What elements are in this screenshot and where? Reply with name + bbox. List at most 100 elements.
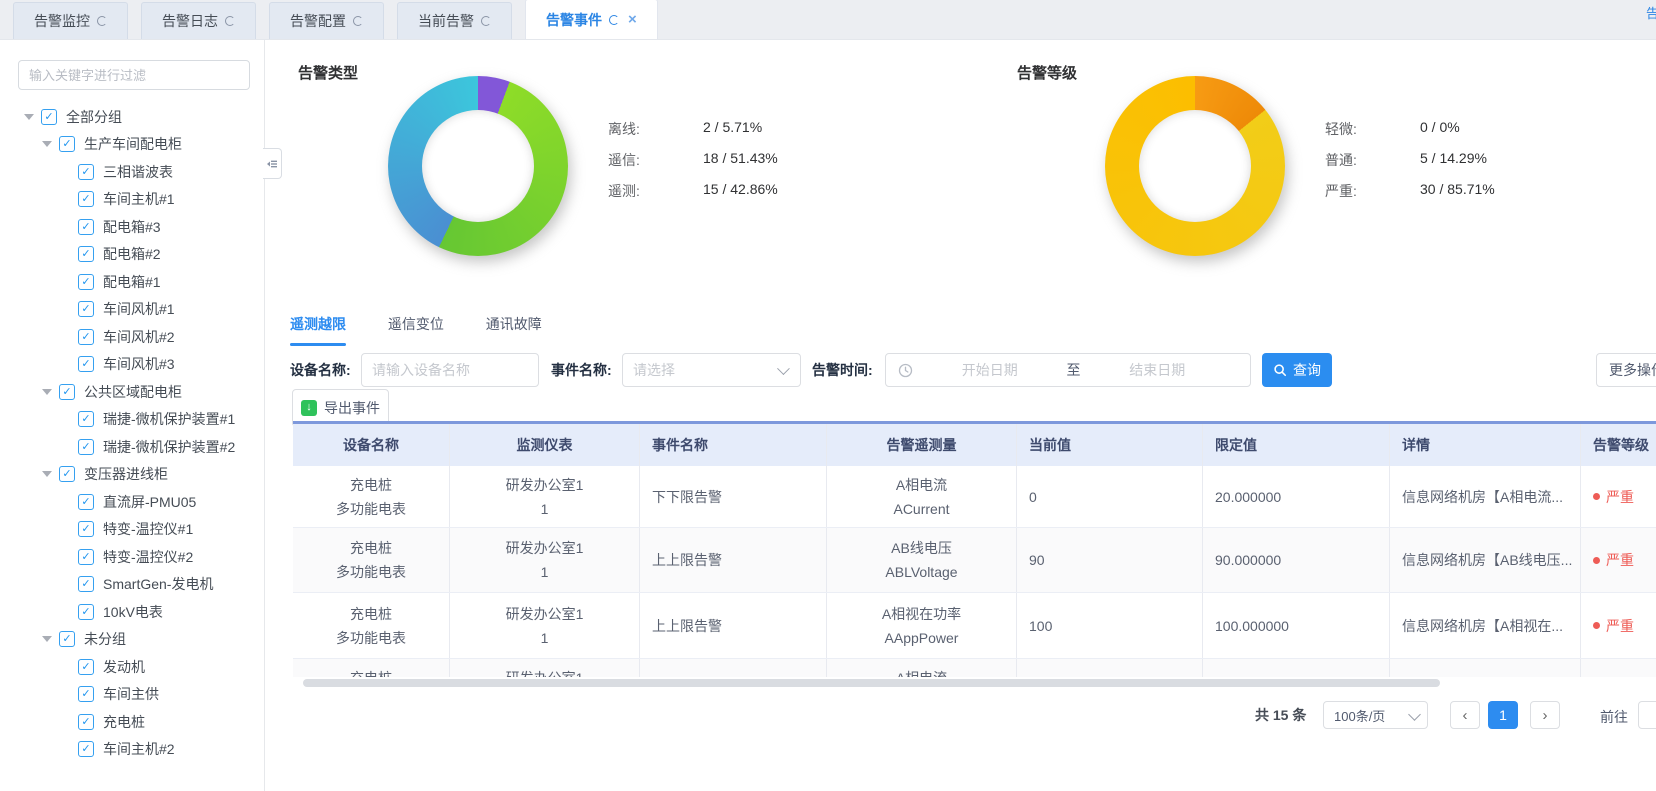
checkbox-checked[interactable]: ✓ (59, 466, 75, 482)
tab-alarm-monitor[interactable]: 告警监控 (13, 2, 128, 39)
page-size-select[interactable]: 100条/页 (1323, 701, 1428, 729)
tree-item-device[interactable]: ✓车间风机#1 (0, 296, 265, 324)
next-page-button[interactable]: › (1530, 701, 1560, 729)
checkbox-checked[interactable]: ✓ (78, 411, 94, 427)
tree-item-group[interactable]: ✓全部分组 (0, 103, 265, 131)
export-download-icon: ↓ (301, 400, 317, 416)
tab-alarm-log[interactable]: 告警日志 (141, 2, 256, 39)
tree-item-device[interactable]: ✓车间风机#2 (0, 323, 265, 351)
caret-down-icon[interactable] (42, 636, 59, 642)
horizontal-scrollbar[interactable] (303, 679, 1440, 687)
refresh-icon[interactable] (353, 16, 363, 26)
tree-item-device[interactable]: ✓直流屏-PMU05 (0, 488, 265, 516)
tree-item-device[interactable]: ✓充电桩 (0, 708, 265, 736)
tree-item-device[interactable]: ✓瑞捷-微机保护装置#1 (0, 406, 265, 434)
checkbox-checked[interactable]: ✓ (78, 549, 94, 565)
caret-down-icon[interactable] (42, 141, 59, 147)
more-actions-button[interactable]: 更多操作 (1596, 353, 1656, 387)
table-row[interactable]: 充电桩多功能电表 研发办公室11 上上限告警 AB线电压ABLVoltage 9… (293, 528, 1656, 593)
sidebar-collapse-handle[interactable] (263, 148, 282, 179)
pagination-total: 共 15 条 (1255, 701, 1306, 729)
tree-item-group[interactable]: ✓公共区域配电柜 (0, 378, 265, 406)
checkbox-checked[interactable]: ✓ (78, 274, 94, 290)
checkbox-checked[interactable]: ✓ (78, 604, 94, 620)
checkbox-checked[interactable]: ✓ (59, 136, 75, 152)
tree-item-group[interactable]: ✓未分组 (0, 626, 265, 654)
tab-label: 告警日志 (162, 11, 218, 31)
goto-page-input[interactable] (1638, 701, 1656, 729)
table-row[interactable]: 充电桩多功能电表 研发办公室11 下下限告警 A相电流ACurrent 0 20… (293, 466, 1656, 528)
checkbox-checked[interactable]: ✓ (78, 219, 94, 235)
start-date-placeholder[interactable]: 开始日期 (962, 360, 1018, 380)
tab-alarm-config[interactable]: 告警配置 (269, 2, 384, 39)
chevron-down-icon (1408, 708, 1421, 721)
checkbox-checked[interactable]: ✓ (59, 384, 75, 400)
refresh-icon[interactable] (609, 15, 619, 25)
tab-label: 告警配置 (290, 11, 346, 31)
checkbox-checked[interactable]: ✓ (78, 191, 94, 207)
checkbox-checked[interactable]: ✓ (78, 356, 94, 372)
tree-filter-input[interactable] (18, 60, 250, 90)
stat-label: 遥测: (608, 181, 703, 201)
tab-telemetry-overlimit[interactable]: 遥测越限 (290, 314, 346, 346)
checkbox-checked[interactable]: ✓ (78, 164, 94, 180)
checkbox-checked[interactable]: ✓ (78, 659, 94, 675)
checkbox-checked[interactable]: ✓ (78, 576, 94, 592)
checkbox-checked[interactable]: ✓ (78, 246, 94, 262)
tree-item-device[interactable]: ✓车间主机#2 (0, 736, 265, 764)
tree-item-device[interactable]: ✓10kV电表 (0, 598, 265, 626)
tab-current-alarm[interactable]: 当前告警 (397, 2, 512, 39)
table-row-clipped[interactable]: 充电桩多功能电表 研发办公室11 上上限告警 A相电流ACurrent 严重 (293, 659, 1656, 677)
checkbox-checked[interactable]: ✓ (78, 741, 94, 757)
checkbox-checked[interactable]: ✓ (78, 329, 94, 345)
tab-comm-fault[interactable]: 通讯故障 (486, 314, 542, 346)
device-name-input-wrap (361, 353, 539, 387)
checkbox-checked[interactable]: ✓ (78, 439, 94, 455)
caret-down-icon[interactable] (24, 114, 41, 120)
current-page-button[interactable]: 1 (1488, 701, 1518, 729)
caret-down-icon[interactable] (42, 389, 59, 395)
checkbox-checked[interactable]: ✓ (78, 494, 94, 510)
refresh-icon[interactable] (481, 16, 491, 26)
checkbox-checked[interactable]: ✓ (78, 686, 94, 702)
tree-item-device[interactable]: ✓配电箱#3 (0, 213, 265, 241)
search-button[interactable]: 查询 (1262, 353, 1332, 387)
caret-down-icon[interactable] (42, 471, 59, 477)
event-name-select[interactable] (622, 353, 801, 387)
range-separator: 至 (1067, 360, 1081, 380)
refresh-icon[interactable] (97, 16, 107, 26)
tree-item-device[interactable]: ✓发动机 (0, 653, 265, 681)
checkbox-checked[interactable]: ✓ (41, 109, 57, 125)
tab-alarm-events[interactable]: 告警事件 × (525, 0, 658, 39)
table-row[interactable]: 充电桩多功能电表 研发办公室11 上上限告警 A相视在功率AAppPower 1… (293, 593, 1656, 659)
tree-item-device[interactable]: ✓SmartGen-发电机 (0, 571, 265, 599)
checkbox-checked[interactable]: ✓ (78, 521, 94, 537)
tree-item-device[interactable]: ✓车间风机#3 (0, 351, 265, 379)
close-icon[interactable]: × (628, 12, 637, 27)
device-name-input[interactable] (362, 362, 538, 378)
alarm-type-donut-chart[interactable] (388, 76, 568, 256)
tree-item-group[interactable]: ✓变压器进线柜 (0, 461, 265, 489)
alarm-time-range-picker[interactable]: 开始日期 至 结束日期 (885, 353, 1251, 387)
refresh-icon[interactable] (225, 16, 235, 26)
tree-item-device[interactable]: ✓特变-温控仪#2 (0, 543, 265, 571)
tree-item-device[interactable]: ✓瑞捷-微机保护装置#2 (0, 433, 265, 461)
tree-item-device[interactable]: ✓配电箱#1 (0, 268, 265, 296)
alarm-level-donut-chart[interactable] (1105, 76, 1285, 256)
tree-item-group[interactable]: ✓生产车间配电柜 (0, 131, 265, 159)
tree-item-device[interactable]: ✓特变-温控仪#1 (0, 516, 265, 544)
alarm-time-label: 告警时间: (812, 353, 873, 387)
prev-page-button[interactable]: ‹ (1450, 701, 1480, 729)
tree-item-device[interactable]: ✓车间主供 (0, 681, 265, 709)
event-name-select-value[interactable] (623, 362, 779, 378)
tree-item-device[interactable]: ✓三相谐波表 (0, 158, 265, 186)
severity-dot-icon (1593, 493, 1600, 500)
checkbox-checked[interactable]: ✓ (59, 631, 75, 647)
checkbox-checked[interactable]: ✓ (78, 301, 94, 317)
alarm-events-table: 设备名称 监测仪表 事件名称 告警遥测量 当前值 限定值 详情 告警等级 充电桩… (293, 421, 1656, 677)
end-date-placeholder[interactable]: 结束日期 (1129, 360, 1185, 380)
checkbox-checked[interactable]: ✓ (78, 714, 94, 730)
tab-telesignal-change[interactable]: 遥信变位 (388, 314, 444, 346)
tree-item-device[interactable]: ✓车间主机#1 (0, 186, 265, 214)
tree-item-device[interactable]: ✓配电箱#2 (0, 241, 265, 269)
